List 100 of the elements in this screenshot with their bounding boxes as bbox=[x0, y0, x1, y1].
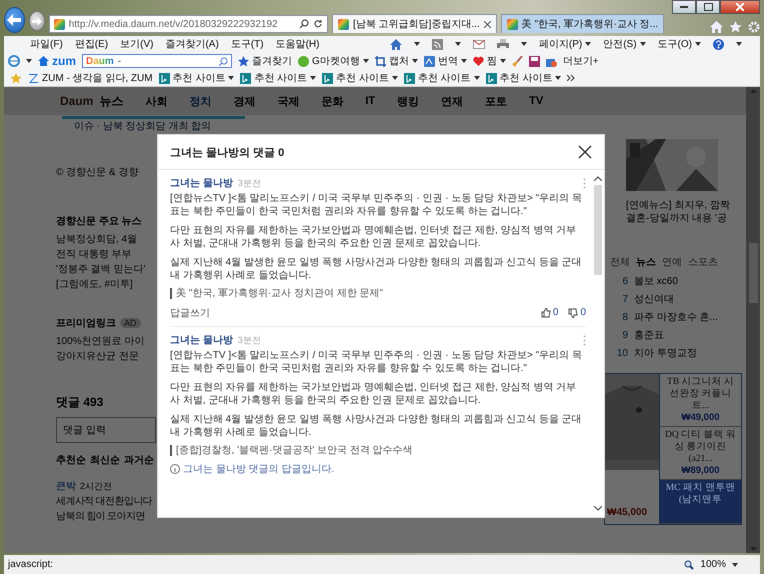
chevron-icon[interactable] bbox=[567, 75, 576, 81]
zoom-level[interactable]: 100% bbox=[700, 559, 726, 570]
page-scrollbar[interactable] bbox=[746, 87, 760, 553]
close-button[interactable] bbox=[578, 145, 592, 159]
site-logo[interactable]: Daum bbox=[60, 94, 94, 108]
help-icon[interactable] bbox=[713, 38, 724, 50]
product-item[interactable]: TB 시그니처 시선완장 커플니트... ₩49,000 bbox=[660, 374, 741, 427]
reply-note[interactable]: 그녀는 물나방 댓글의 답글입니다. bbox=[183, 462, 334, 476]
nav-tab[interactable]: 경제 bbox=[233, 94, 256, 108]
news-link[interactable]: 전직 대통령 부부 bbox=[56, 247, 156, 262]
toolbar-button[interactable]: 번역 bbox=[424, 54, 467, 68]
nav-tab[interactable]: 연재 bbox=[441, 94, 464, 108]
nav-tab[interactable]: 포토 bbox=[485, 94, 508, 108]
nav-tab[interactable]: 사회 bbox=[145, 94, 168, 108]
close-icon[interactable] bbox=[484, 20, 491, 28]
scroll-down-icon[interactable] bbox=[594, 506, 602, 511]
toolbar-button[interactable]: 즐겨찾기 bbox=[238, 54, 292, 68]
zoom-icon[interactable] bbox=[684, 560, 694, 570]
command-menu[interactable]: 안전(S) bbox=[603, 37, 646, 51]
ranking-tab[interactable]: 뉴스 bbox=[636, 255, 656, 269]
menu-item[interactable]: 파일(F) bbox=[30, 37, 63, 51]
scroll-thumb[interactable] bbox=[748, 243, 758, 303]
photo-caption[interactable]: [연예뉴스] 최지우, 깜짝 결혼-당일까지 내용 '공 bbox=[626, 199, 736, 225]
home-icon[interactable] bbox=[390, 38, 402, 50]
broom-icon[interactable] bbox=[512, 56, 523, 66]
url-text: http://v.media.daum.net/v/20180329222932192 bbox=[68, 18, 279, 30]
ranking-tab[interactable]: 스포츠 bbox=[688, 255, 718, 269]
nav-tab[interactable]: 정치 bbox=[189, 94, 212, 108]
browser-tab[interactable]: 美 "한국, 軍가혹행위·교사 정... bbox=[500, 14, 664, 33]
search-icon[interactable] bbox=[299, 19, 310, 29]
address-bar[interactable]: http://v.media.daum.net/v/20180329222932192 bbox=[48, 15, 328, 33]
menu-item[interactable]: 보기(V) bbox=[120, 37, 154, 51]
sort-option[interactable]: 과거순 bbox=[124, 453, 154, 467]
news-link[interactable]: '정봉주 결백 믿는다' bbox=[56, 262, 156, 277]
browser-tab[interactable]: [남북 고위급회담]중립지대... bbox=[332, 14, 497, 33]
badge-icon bbox=[298, 56, 309, 66]
minimize-button[interactable] bbox=[672, 0, 696, 14]
favorite-link[interactable]: 추천 사이트 bbox=[158, 71, 234, 85]
like-button[interactable]: 0 bbox=[540, 307, 558, 318]
dislike-button[interactable]: 0 bbox=[568, 307, 586, 318]
back-button[interactable] bbox=[4, 7, 25, 33]
favorite-link[interactable]: 추천 사이트 bbox=[404, 71, 480, 85]
refresh-icon[interactable] bbox=[313, 19, 324, 29]
news-link[interactable]: 美 "한국, 軍가혹행위·교사 정치관여 제한 문제" bbox=[170, 288, 586, 299]
menu-item[interactable]: 편집(E) bbox=[74, 37, 108, 51]
rank-link[interactable]: 파주 마장호수 흔... bbox=[634, 309, 718, 327]
scroll-up-icon[interactable] bbox=[594, 176, 602, 181]
toolbar-button[interactable]: 찜 bbox=[472, 54, 506, 68]
command-menu[interactable]: 페이지(P) bbox=[538, 37, 592, 51]
news-link[interactable]: [종합]경찰청, '블랙펜·댓글공작' 보안국 전격 압수수색 bbox=[170, 445, 586, 456]
forward-button[interactable] bbox=[28, 11, 45, 31]
nav-tab[interactable]: IT bbox=[365, 95, 376, 107]
close-button[interactable] bbox=[720, 0, 760, 14]
search-field[interactable]: Daum - bbox=[82, 54, 232, 68]
ranking-tab[interactable]: 연예 bbox=[662, 255, 682, 269]
nav-tab[interactable]: 문화 bbox=[321, 94, 344, 108]
favorite-link[interactable]: 추천 사이트 bbox=[322, 71, 398, 85]
rank-link[interactable]: 치아 투명교정 bbox=[634, 345, 697, 363]
product-item[interactable]: MC 패치 맨투맨 (남지맨투 bbox=[660, 480, 741, 524]
nav-tab[interactable]: TV bbox=[529, 95, 544, 107]
gear-icon[interactable] bbox=[748, 21, 760, 33]
print-icon[interactable] bbox=[496, 38, 509, 50]
home-icon[interactable] bbox=[710, 21, 724, 33]
save-icon[interactable] bbox=[528, 56, 540, 66]
rank-link[interactable]: 볼보 xc60 bbox=[634, 273, 678, 291]
scroll-thumb[interactable] bbox=[594, 185, 602, 275]
section-title[interactable]: 뉴스 bbox=[99, 92, 124, 110]
menu-item[interactable]: 즐겨찾기(A) bbox=[165, 37, 219, 51]
menu-item[interactable]: 도구(T) bbox=[230, 37, 264, 51]
news-link[interactable]: 남북정상회담, 4월 bbox=[56, 232, 156, 247]
command-menu[interactable]: 도구(O) bbox=[658, 37, 701, 51]
rank-link[interactable]: 성신여대 bbox=[634, 291, 674, 309]
comment-user[interactable]: 큰박 bbox=[56, 479, 76, 494]
rank-link[interactable]: 홍준표 bbox=[634, 327, 664, 345]
browser-icon[interactable] bbox=[8, 55, 20, 67]
portal-logo[interactable]: zum bbox=[52, 54, 76, 68]
toolbar-button[interactable]: 캡처 bbox=[374, 54, 418, 68]
favorite-link[interactable]: 추천 사이트 bbox=[486, 71, 562, 85]
comment-field[interactable]: 댓글 입력 bbox=[56, 417, 156, 443]
favorite-link[interactable]: ZUM - 생각을 읽다, ZUM bbox=[28, 71, 153, 85]
favorite-link[interactable]: 추천 사이트 bbox=[240, 71, 316, 85]
comment-author[interactable]: 그녀는 물나방 bbox=[170, 176, 233, 190]
toolbar-button[interactable]: G마켓여행 bbox=[298, 54, 369, 68]
sort-option[interactable]: 최신순 bbox=[90, 453, 120, 467]
maximize-button[interactable] bbox=[696, 0, 720, 14]
star-icon[interactable] bbox=[729, 21, 742, 33]
reply-button[interactable]: 답글쓰기 bbox=[170, 306, 210, 320]
rss-icon[interactable] bbox=[432, 38, 443, 50]
nav-tab[interactable]: 국제 bbox=[277, 94, 300, 108]
nav-tab[interactable]: 랭킹 bbox=[397, 94, 420, 108]
more-button[interactable]: 더보기+ bbox=[562, 54, 599, 68]
ad-link[interactable]: 100%천연원료 마이 bbox=[56, 334, 156, 349]
ranking-tab[interactable]: 전체 bbox=[610, 255, 630, 269]
comment-author[interactable]: 그녀는 물나방 bbox=[170, 333, 233, 347]
issue-link[interactable]: 이슈 · 남북 정상회담 개최 합의 bbox=[74, 119, 746, 135]
ad-link[interactable]: 강아지유산균 전문 bbox=[56, 349, 156, 364]
sort-option[interactable]: 추천순 bbox=[56, 453, 86, 467]
menu-item[interactable]: 도움말(H) bbox=[276, 37, 320, 51]
mail-icon[interactable] bbox=[472, 40, 485, 48]
news-link[interactable]: [그럼에도, #미투] bbox=[56, 277, 156, 292]
